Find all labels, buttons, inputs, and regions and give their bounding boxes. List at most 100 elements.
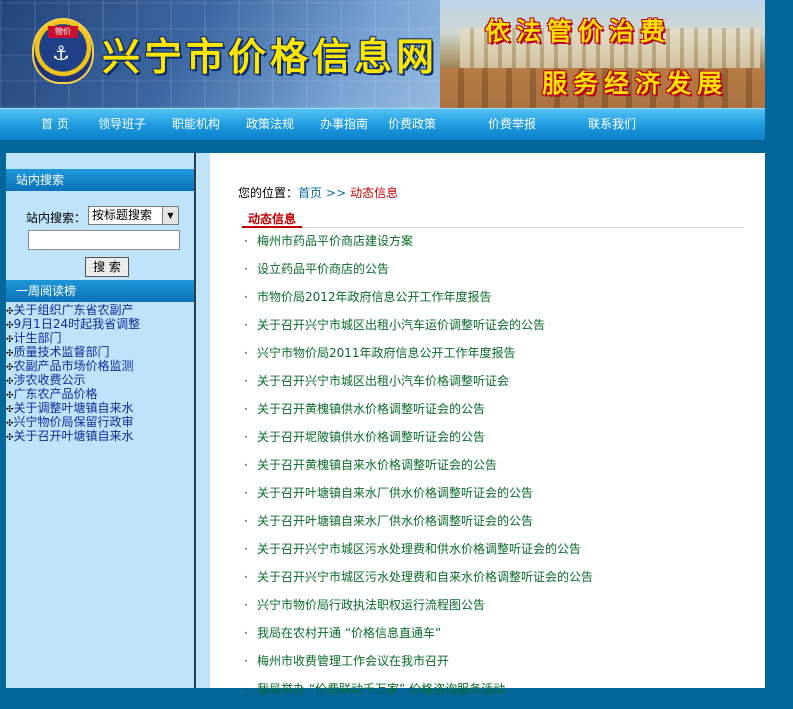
breadcrumb: 您的位置：首页 >> 动态信息: [238, 184, 398, 201]
list-item: · 兴宁市物价局行政执法职权运行流程图公告: [242, 597, 752, 625]
bullet-icon: ·: [244, 514, 248, 528]
nav-item-regulations[interactable]: 政策法规: [246, 115, 294, 132]
page: 物价 ⚓ 兴宁市价格信息网 依法管价治费 服务经济发展 首 页 领导班子 职能机…: [0, 0, 765, 696]
news-link[interactable]: 设立药品平价商店的公告: [257, 261, 389, 277]
bullet-icon: ·: [244, 682, 248, 696]
sidebar-gutter: [196, 153, 210, 688]
nav-item-home[interactable]: 首 页: [41, 115, 69, 132]
bullet-icon: ✣: [6, 377, 14, 387]
site-title: 兴宁市价格信息网: [102, 34, 439, 79]
main-nav: 首 页 领导班子 职能机构 政策法规 办事指南 价费政策 价费举报 联系我们: [0, 108, 765, 140]
list-item: · 关于召开坭陂镇供水价格调整听证会的公告: [242, 429, 752, 457]
emblem-tag: 物价: [48, 26, 78, 38]
search-button[interactable]: 搜 索: [85, 257, 129, 277]
chevron-down-icon[interactable]: ▼: [162, 207, 178, 224]
search-input[interactable]: [28, 230, 180, 250]
bullet-icon: ✣: [6, 363, 14, 373]
list-item: · 兴宁市物价局2011年政府信息公开工作年度报告: [242, 345, 752, 373]
list-item: · 我局在农村开通 “价格信息直通车”: [242, 625, 752, 653]
bullet-icon: ·: [244, 234, 248, 248]
list-item: · 关于召开黄槐镇自来水价格调整听证会的公告: [242, 457, 752, 485]
bullet-icon: ·: [244, 346, 248, 360]
bullet-icon: ·: [244, 290, 248, 304]
list-item: · 市物价局2012年政府信息公开工作年度报告: [242, 289, 752, 317]
list-item: · 关于召开叶塘镇自来水厂供水价格调整听证会的公告: [242, 513, 752, 541]
news-link[interactable]: 关于召开兴宁市城区出租小汽车运价调整听证会的公告: [257, 317, 545, 333]
search-type-value: 按标题搜索: [92, 208, 153, 222]
list-item[interactable]: ✣计生部门: [6, 331, 194, 345]
nav-item-contact[interactable]: 联系我们: [588, 115, 636, 132]
list-item[interactable]: ✣关于调整叶塘镇自来水: [6, 401, 194, 415]
search-label: 站内搜索：: [26, 211, 87, 225]
news-link[interactable]: 兴宁市物价局2011年政府信息公开工作年度报告: [257, 345, 516, 361]
main-content: 您的位置：首页 >> 动态信息 动态信息 · 梅州市药品平价商店建设方案 · 设立药品平…: [210, 153, 765, 696]
nav-item-guide[interactable]: 办事指南: [320, 115, 368, 132]
slogan-bottom: 服务经济发展: [542, 69, 729, 98]
list-item: · 关于召开黄槐镇供水价格调整听证会的公告: [242, 401, 752, 429]
list-item[interactable]: ✣关于组织广东省农副产: [6, 303, 194, 317]
section-title: 动态信息: [248, 212, 297, 226]
news-link[interactable]: 梅州市药品平价商店建设方案: [257, 233, 413, 249]
list-item[interactable]: ✣农副产品市场价格监测: [6, 359, 194, 373]
news-link[interactable]: 关于召开坭陂镇供水价格调整听证会的公告: [257, 429, 485, 445]
bullet-icon: ✣: [6, 307, 14, 317]
search-type-select[interactable]: 按标题搜索 ▼: [88, 206, 179, 225]
list-item: · 梅州市收费管理工作会议在我市召开: [242, 653, 752, 681]
section-divider-accent: [242, 226, 302, 228]
list-item: · 关于召开兴宁市城区污水处理费和供水价格调整听证会的公告: [242, 541, 752, 569]
bullet-icon: ✣: [6, 349, 14, 359]
list-item: · 关于召开兴宁市城区出租小汽车价格调整听证会: [242, 373, 752, 401]
list-item[interactable]: ✣兴宁物价局保留行政审: [6, 415, 194, 429]
list-item[interactable]: ✣质量技术监督部门: [6, 345, 194, 359]
bullet-icon: ·: [244, 654, 248, 668]
bullet-icon: ✣: [6, 419, 14, 429]
site-search-heading: 站内搜索: [6, 169, 210, 191]
news-link[interactable]: 兴宁市物价局行政执法职权运行流程图公告: [257, 597, 485, 613]
bullet-icon: ✣: [6, 391, 14, 401]
bullet-icon: ·: [244, 402, 248, 416]
news-list: · 梅州市药品平价商店建设方案 · 设立药品平价商店的公告 · 市物价局2012年政府…: [242, 233, 752, 709]
bullet-icon: ·: [244, 318, 248, 332]
news-link[interactable]: 关于召开兴宁市城区污水处理费和供水价格调整听证会的公告: [257, 541, 581, 557]
price-bureau-emblem-icon: 物价 ⚓: [32, 18, 94, 84]
list-item: · 关于召开叶塘镇自来水厂供水价格调整听证会的公告: [242, 485, 752, 513]
list-item: · 设立药品平价商店的公告: [242, 261, 752, 289]
bullet-icon: ·: [244, 374, 248, 388]
list-item[interactable]: ✣广东农产品价格: [6, 387, 194, 401]
news-link[interactable]: 关于召开兴宁市城区出租小汽车价格调整听证会: [257, 373, 509, 389]
bullet-icon: ·: [244, 262, 248, 276]
bullet-icon: ✣: [6, 321, 14, 331]
breadcrumb-current: 动态信息: [350, 186, 399, 200]
breadcrumb-prefix: 您的位置：: [238, 186, 299, 200]
news-link[interactable]: 关于召开兴宁市城区污水处理费和自来水价格调整听证会的公告: [257, 569, 593, 585]
bullet-icon: ✣: [6, 405, 14, 415]
sidebar: 站内搜索 站内搜索： 按标题搜索 ▼ 搜 索 一周阅读榜 ✣关于组织广东省农副产…: [6, 153, 210, 688]
weekly-ranking-list: ✣关于组织广东省农副产 ✣9月1日24时起我省调整 ✣计生部门 ✣质量技术监督部…: [6, 303, 194, 443]
breadcrumb-home-link[interactable]: 首页: [298, 186, 322, 200]
news-link[interactable]: 关于召开叶塘镇自来水厂供水价格调整听证会的公告: [257, 485, 533, 501]
nav-item-price-policy[interactable]: 价费政策: [388, 115, 436, 132]
slogan-top: 依法管价治费: [485, 17, 672, 46]
bullet-icon: ·: [244, 430, 248, 444]
emblem-symbol-icon: ⚓: [52, 41, 70, 65]
bullet-icon: ·: [244, 570, 248, 584]
list-item[interactable]: ✣涉农收费公示: [6, 373, 194, 387]
bullet-icon: ·: [244, 486, 248, 500]
news-link[interactable]: 关于召开黄槐镇自来水价格调整听证会的公告: [257, 457, 497, 473]
nav-item-departments[interactable]: 职能机构: [172, 115, 220, 132]
list-item[interactable]: ✣关于召开叶塘镇自来水: [6, 429, 194, 443]
news-link[interactable]: 我局在农村开通 “价格信息直通车”: [257, 625, 441, 641]
nav-item-price-report[interactable]: 价费举报: [488, 115, 536, 132]
news-link[interactable]: 关于召开黄槐镇供水价格调整听证会的公告: [257, 401, 485, 417]
news-link[interactable]: 梅州市收费管理工作会议在我市召开: [257, 653, 449, 669]
breadcrumb-separator: >>: [326, 186, 347, 200]
news-link[interactable]: 我局举办 “价费联动千万家” 价格咨询服务活动: [257, 681, 505, 697]
list-item[interactable]: ✣9月1日24时起我省调整: [6, 317, 194, 331]
news-link[interactable]: 关于召开叶塘镇自来水厂供水价格调整听证会的公告: [257, 513, 533, 529]
nav-item-leadership[interactable]: 领导班子: [98, 115, 146, 132]
list-item: · 我局举办 “价费联动千万家” 价格咨询服务活动: [242, 681, 752, 709]
section-divider: [242, 227, 744, 228]
news-link[interactable]: 市物价局2012年政府信息公开工作年度报告: [257, 289, 492, 305]
bullet-icon: ·: [244, 542, 248, 556]
bullet-icon: ·: [244, 598, 248, 612]
